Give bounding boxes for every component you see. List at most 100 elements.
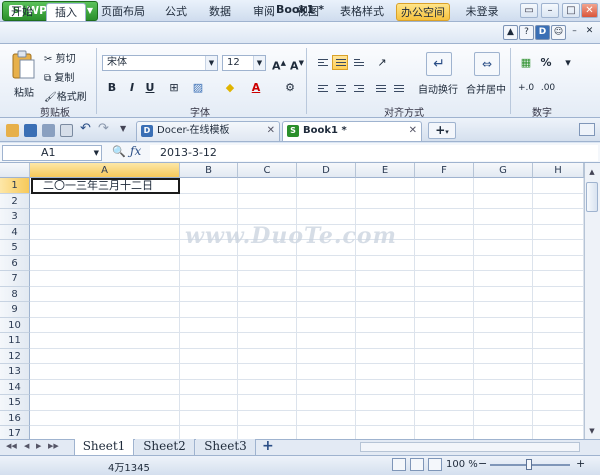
row-header[interactable]: 10 — [0, 317, 30, 333]
scroll-thumb[interactable] — [586, 182, 598, 212]
tab-office-space[interactable]: 办公空间 — [396, 3, 450, 21]
function-icon[interactable]: ƒx — [130, 144, 141, 158]
grow-font-icon[interactable]: A▲ — [271, 55, 287, 73]
maximize-button[interactable]: □ — [562, 3, 580, 18]
percent-button[interactable]: % — [538, 55, 554, 71]
last-sheet-icon[interactable]: ▶▶ — [48, 442, 59, 450]
row-header[interactable]: 13 — [0, 364, 30, 380]
window-list-icon[interactable] — [579, 123, 595, 136]
align-left-button[interactable] — [314, 81, 330, 96]
zoom-slider-thumb[interactable] — [526, 459, 532, 470]
cut-button[interactable]: ✂ 剪切 — [44, 50, 76, 66]
restore-icon[interactable]: ▭ — [520, 3, 538, 18]
row-header[interactable]: 7 — [0, 271, 30, 287]
close-icon[interactable]: ✕ — [267, 122, 275, 140]
number-format-icon[interactable]: ▦ — [518, 55, 534, 71]
tab-book1[interactable]: S Book1 * ✕ — [282, 121, 422, 141]
sheet-tab-1[interactable]: Sheet1 — [74, 439, 134, 455]
font-color-icon[interactable]: A — [248, 80, 264, 96]
tab-data[interactable]: 数据 — [204, 3, 236, 21]
decimal-increase-icon[interactable]: +.0 — [518, 80, 534, 96]
column-header[interactable]: G — [474, 163, 533, 178]
help-icon[interactable]: ? — [519, 25, 534, 40]
row-header[interactable]: 6 — [0, 255, 30, 271]
next-sheet-icon[interactable]: ▶ — [36, 442, 41, 450]
tab-view[interactable]: 视图 — [292, 3, 324, 21]
fill-pattern-icon[interactable]: ▨ — [190, 80, 206, 96]
minimize-doc-icon[interactable]: – — [567, 25, 582, 40]
wrap-text-button[interactable]: 自动换行 — [418, 81, 458, 96]
name-box[interactable]: A1 ▼ — [2, 145, 102, 161]
decrease-indent-button[interactable] — [372, 81, 388, 96]
row-header[interactable]: 14 — [0, 379, 30, 395]
normal-view-icon[interactable] — [392, 458, 406, 471]
scroll-down-icon[interactable]: ▼ — [585, 424, 599, 438]
new-tab-button[interactable]: +▾ — [428, 122, 456, 139]
paste-button[interactable] — [10, 50, 36, 82]
page-break-view-icon[interactable] — [428, 458, 442, 471]
login-link[interactable]: 未登录 — [462, 3, 502, 21]
wrap-text-icon[interactable]: ↵ — [426, 52, 452, 76]
select-all-corner[interactable] — [0, 163, 30, 178]
bold-button[interactable]: B — [104, 80, 120, 96]
scroll-up-icon[interactable]: ▲ — [585, 165, 599, 179]
page-layout-view-icon[interactable] — [410, 458, 424, 471]
print-preview-icon[interactable] — [60, 124, 73, 137]
align-bottom-button[interactable] — [350, 55, 366, 70]
search-icon[interactable]: 🔍 — [112, 145, 126, 158]
fill-color-icon[interactable]: ◆ — [222, 80, 238, 96]
row-header[interactable]: 5 — [0, 240, 30, 256]
align-middle-button[interactable] — [332, 55, 348, 70]
decimal-decrease-icon[interactable]: .00 — [540, 80, 556, 96]
save-icon[interactable] — [24, 124, 37, 137]
row-header[interactable]: 8 — [0, 286, 30, 302]
row-header[interactable]: 4 — [0, 224, 30, 240]
more-icon[interactable]: ▾ — [560, 55, 576, 71]
close-icon[interactable]: ✕ — [409, 122, 417, 140]
underline-button[interactable]: U — [142, 80, 158, 96]
copy-button[interactable]: ⧉ 复制 — [44, 69, 74, 85]
row-header[interactable]: 12 — [0, 348, 30, 364]
tab-page-layout[interactable]: 页面布局 — [94, 3, 152, 21]
minimize-button[interactable]: – — [541, 3, 559, 18]
row-header[interactable]: 9 — [0, 302, 30, 318]
column-header[interactable]: D — [297, 163, 356, 178]
text-orientation-icon[interactable]: ↗ — [374, 55, 390, 71]
docer-icon[interactable]: D — [535, 25, 550, 40]
merge-center-button[interactable]: 合并居中 — [466, 81, 506, 96]
print-icon[interactable] — [42, 124, 55, 137]
horizontal-scrollbar[interactable] — [360, 442, 580, 452]
merge-center-icon[interactable]: ⇔ — [474, 52, 500, 76]
sheet-tab-2[interactable]: Sheet2 — [135, 439, 195, 455]
redo-icon[interactable]: ↷ — [98, 121, 109, 136]
align-top-button[interactable] — [314, 55, 330, 70]
align-center-button[interactable] — [332, 81, 348, 96]
column-header[interactable]: B — [180, 163, 238, 178]
row-header[interactable]: 1 — [0, 178, 30, 194]
shrink-font-icon[interactable]: A▼ — [289, 55, 305, 73]
row-header[interactable]: 16 — [0, 410, 30, 426]
prev-sheet-icon[interactable]: ◀ — [24, 442, 29, 450]
undo-icon[interactable]: ↶ — [80, 121, 91, 136]
close-button[interactable]: ✕ — [581, 3, 598, 18]
tab-docer-templates[interactable]: D Docer-在线模板 ✕ — [136, 121, 280, 141]
tab-review[interactable]: 审阅 — [248, 3, 280, 21]
formula-input[interactable]: 2013-3-12 — [150, 145, 598, 161]
row-header[interactable]: 15 — [0, 395, 30, 411]
row-header[interactable]: 3 — [0, 209, 30, 225]
font-settings-icon[interactable]: ⚙ — [282, 80, 298, 96]
column-header[interactable]: E — [356, 163, 415, 178]
tab-table-style[interactable]: 表格样式 — [336, 3, 388, 21]
column-header[interactable]: A — [30, 163, 180, 178]
close-doc-icon[interactable]: ✕ — [582, 25, 597, 40]
tab-insert[interactable]: 插入 — [46, 3, 86, 21]
skin-icon[interactable]: ☺ — [551, 25, 566, 40]
paste-label[interactable]: 粘贴 — [14, 84, 34, 99]
zoom-out-icon[interactable]: − — [478, 457, 487, 470]
format-painter-button[interactable]: 🖌格式刷 — [44, 88, 87, 104]
column-header[interactable]: H — [533, 163, 584, 178]
active-cell-a1[interactable]: 二〇一三年三月十二日 — [31, 178, 180, 194]
sheet-tab-3[interactable]: Sheet3 — [196, 439, 256, 455]
align-right-button[interactable] — [350, 81, 366, 96]
italic-button[interactable]: I — [124, 80, 140, 96]
